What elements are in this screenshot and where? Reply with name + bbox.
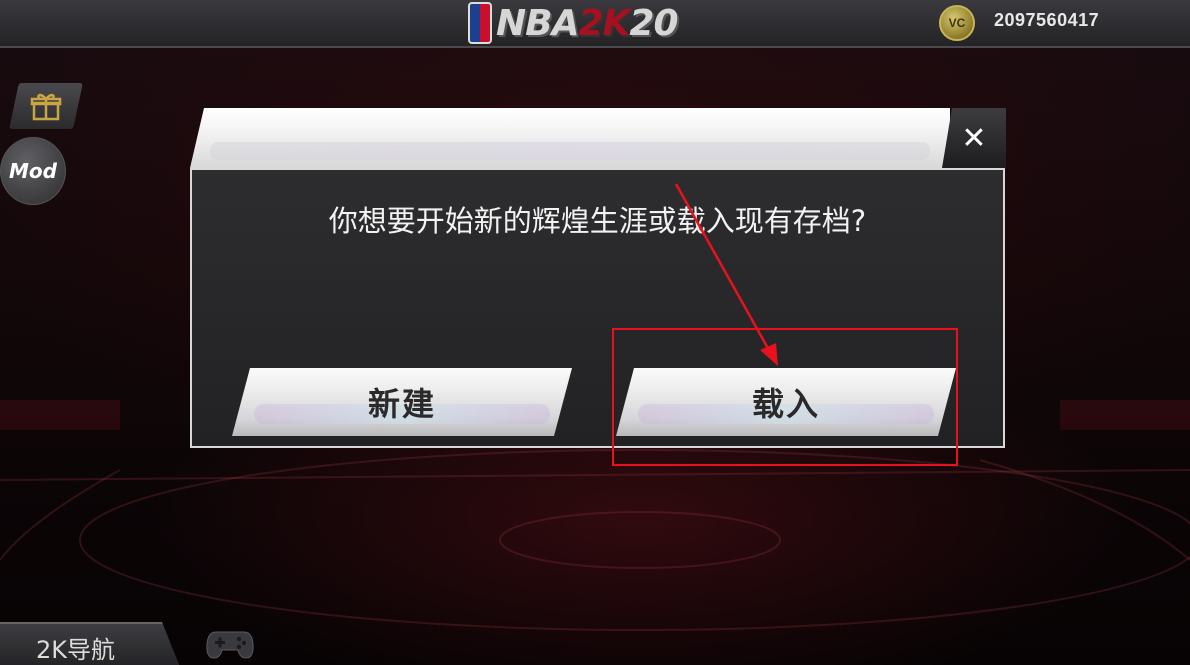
new-button-label: 新建 (367, 385, 436, 423)
close-icon: ✕ (961, 120, 987, 156)
highlight-box (612, 328, 958, 466)
logo-year-text: 20 (629, 2, 678, 44)
vc-coin-icon: VC (939, 5, 975, 41)
2k-nav-label: 2K导航 (36, 636, 116, 664)
dialog-header-shade (210, 142, 930, 160)
gamepad-icon[interactable] (206, 626, 254, 660)
logo-2k-text: 2K (578, 2, 630, 44)
nba2k20-logo: NBA 2K 20 (468, 2, 679, 44)
dialog-message: 你想要开始新的辉煌生涯或载入现有存档? (328, 204, 867, 238)
new-button[interactable]: 新建 (232, 368, 572, 436)
nba-badge-icon (468, 2, 492, 44)
game-screen: NBA 2K 20 VC 2097560417 Mod ✕ 你想要开始新的辉煌生… (0, 0, 1190, 665)
logo-nba-text: NBA (496, 2, 579, 44)
vc-balance: 2097560417 (994, 10, 1100, 30)
close-button[interactable]: ✕ (942, 108, 1006, 168)
mod-button[interactable]: Mod (0, 137, 66, 205)
gift-icon (30, 93, 62, 121)
